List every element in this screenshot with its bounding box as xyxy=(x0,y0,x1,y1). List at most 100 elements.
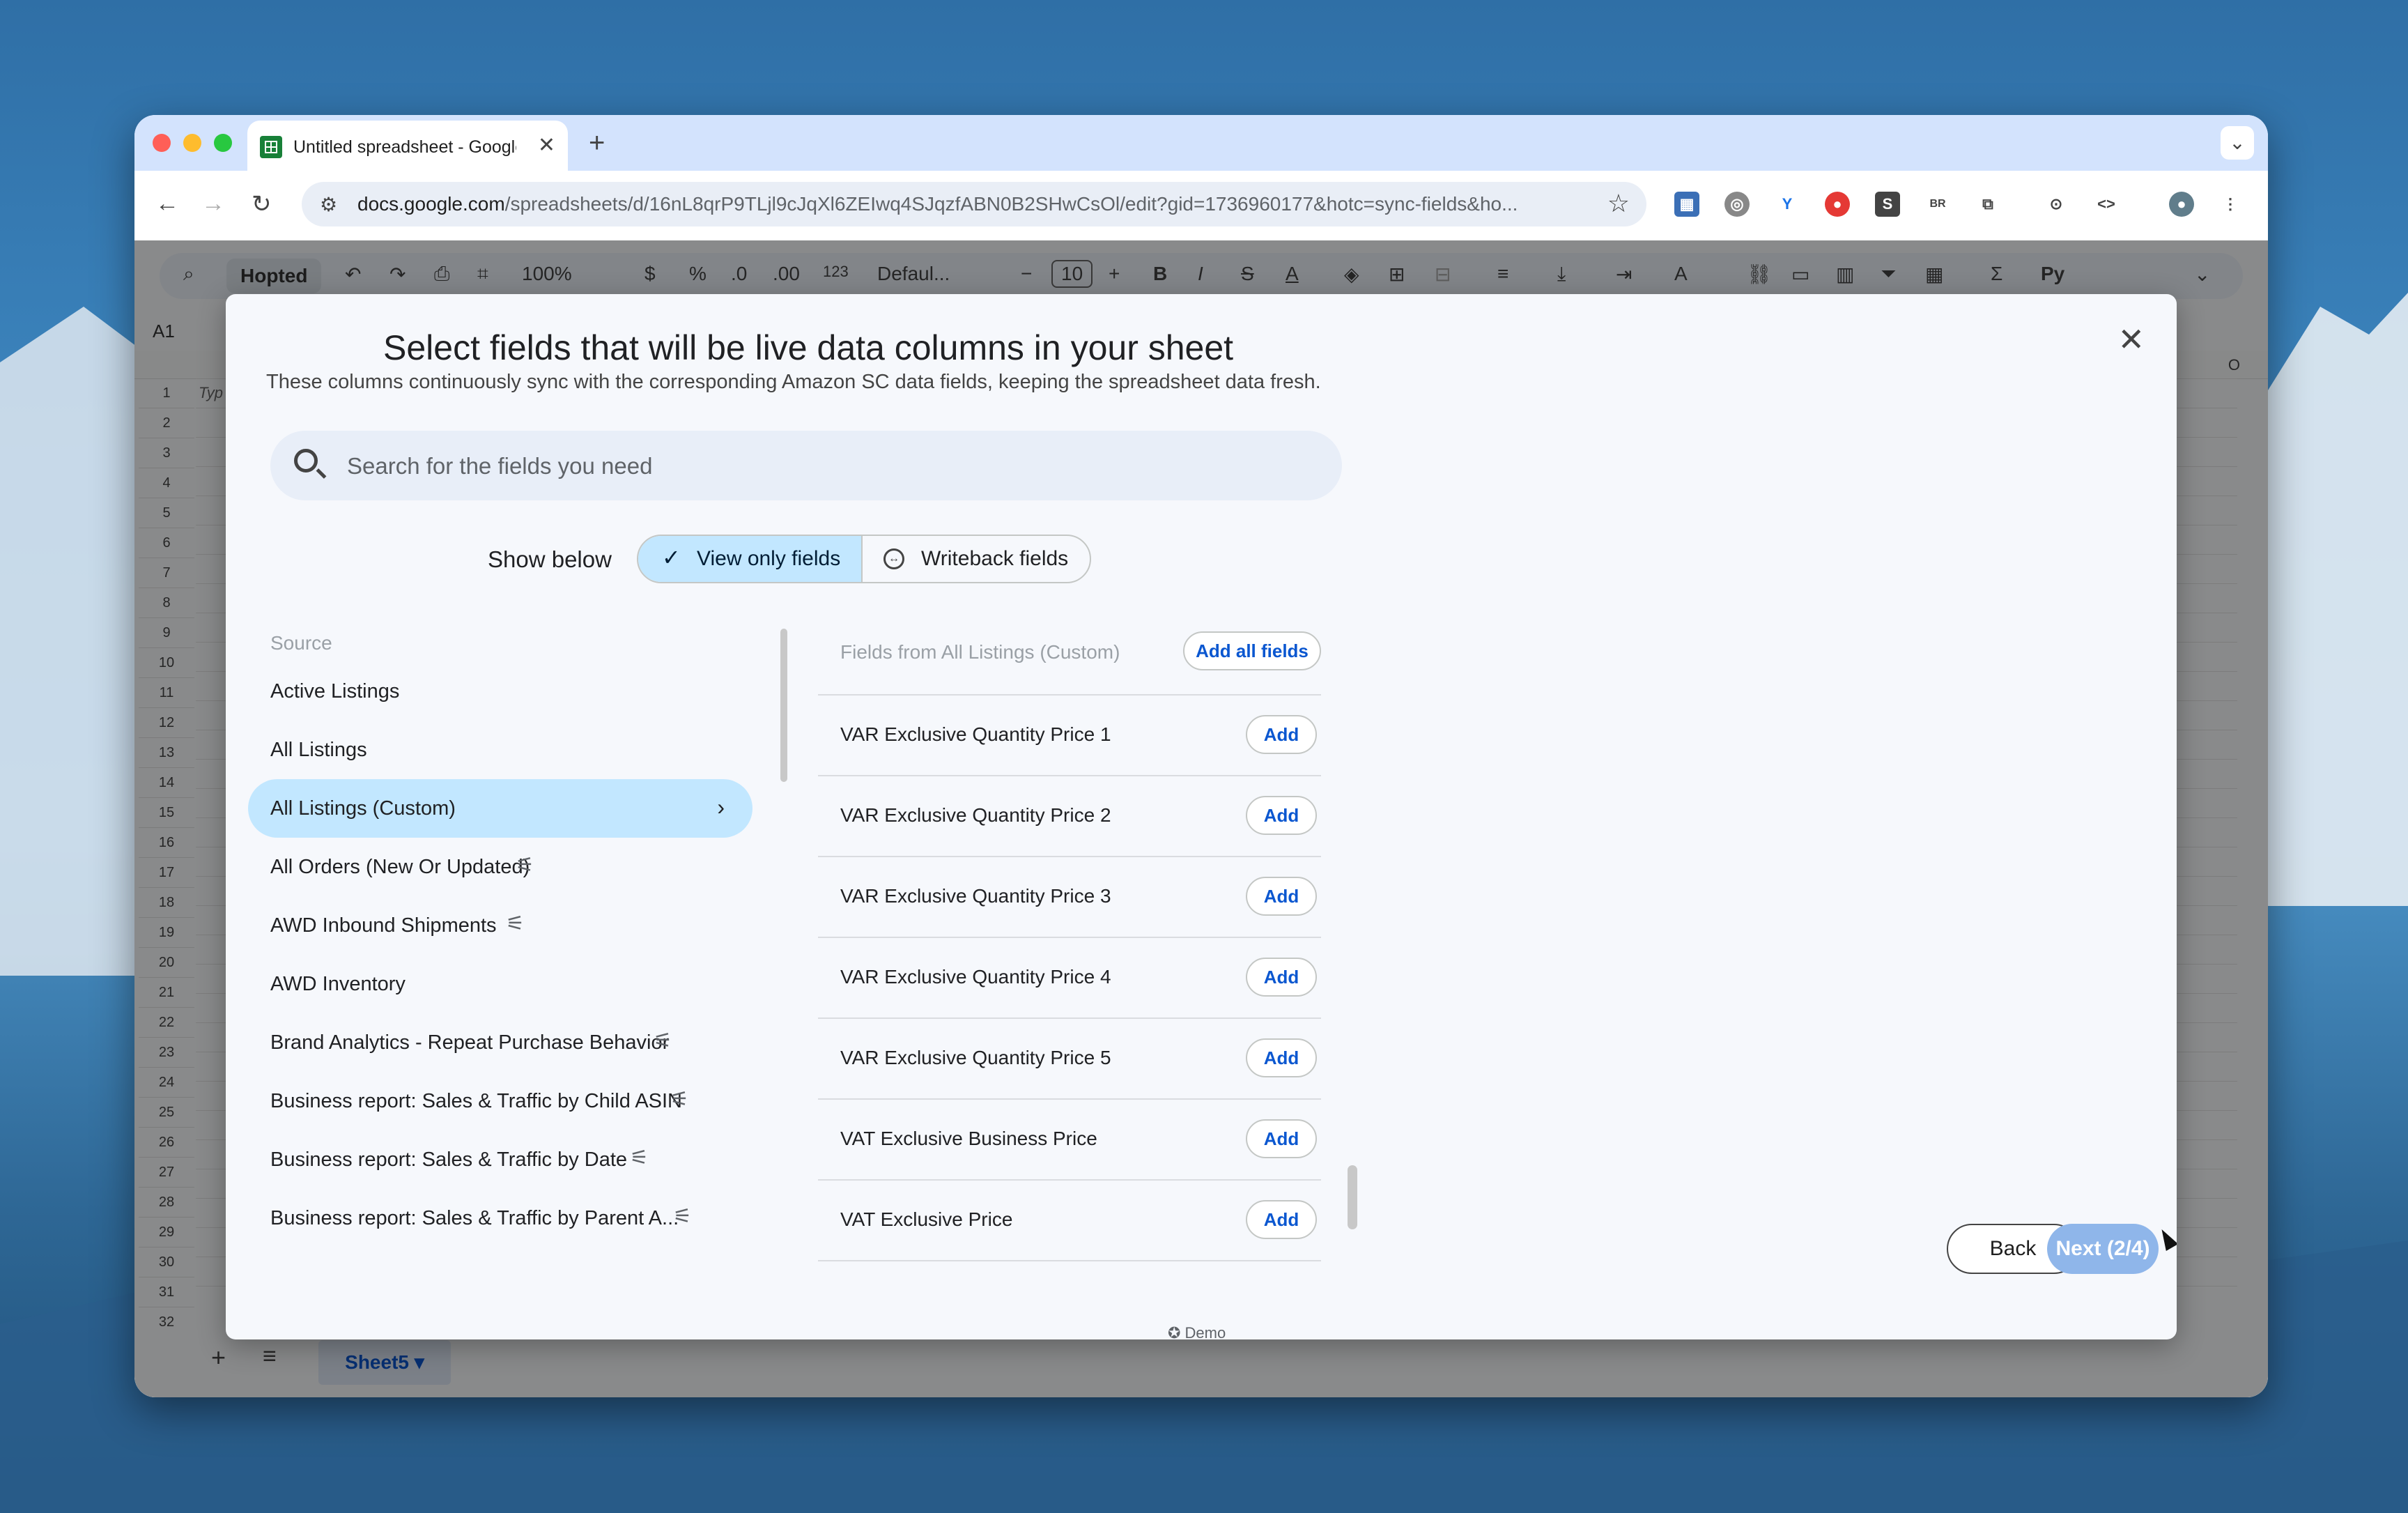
field-row: VAR Exclusive Quantity Price 4 Add xyxy=(818,938,1321,1019)
field-row: VAR Exclusive Quantity Price 5 Add xyxy=(818,1019,1321,1100)
field-row: VAT Exclusive Business Price Add xyxy=(818,1100,1321,1181)
filter-settings-icon[interactable]: ⚟ xyxy=(654,1029,672,1053)
source-item[interactable]: Business report: Sales & Traffic by Pare… xyxy=(248,1189,752,1247)
reload-icon[interactable]: ↻ xyxy=(252,190,272,218)
add-field-button[interactable]: Add xyxy=(1246,877,1317,916)
close-tab-icon[interactable]: ✕ xyxy=(538,133,555,158)
source-scrollbar[interactable] xyxy=(780,629,787,782)
next-button[interactable]: Next (2/4) xyxy=(2047,1224,2159,1274)
add-field-button[interactable]: Add xyxy=(1246,1038,1317,1077)
forward-arrow-icon[interactable]: → xyxy=(201,190,225,217)
field-type-toggle: ✓ View only fields ↔ Writeback fields xyxy=(637,535,1091,583)
add-field-button[interactable]: Add xyxy=(1246,958,1317,997)
tab-search-button[interactable]: ⌄ xyxy=(2221,126,2254,160)
add-field-button[interactable]: Add xyxy=(1246,715,1317,754)
field-label: VAR Exclusive Quantity Price 5 xyxy=(840,1047,1111,1068)
source-item[interactable]: AWD Inbound Shipments ⚟ xyxy=(248,896,752,955)
source-item-label: AWD Inventory xyxy=(270,973,406,995)
extension-icon-3[interactable]: Y xyxy=(1775,192,1800,217)
new-tab-button[interactable]: + xyxy=(589,128,605,159)
mouse-cursor xyxy=(2155,1226,2177,1251)
dialog-subtitle: These columns continuously sync with the… xyxy=(266,371,1321,393)
filter-settings-icon[interactable]: ⚟ xyxy=(670,1087,689,1112)
check-icon: ✓ xyxy=(662,545,681,570)
menu-kebab-icon[interactable]: ⋮ xyxy=(2218,192,2243,217)
fields-header-label: Fields from All Listings (Custom) xyxy=(840,641,1120,663)
filter-settings-icon[interactable]: ⚟ xyxy=(673,1204,692,1229)
code-icon[interactable]: <> xyxy=(2094,192,2119,217)
source-item-label: Brand Analytics - Repeat Purchase Behavi… xyxy=(270,1031,670,1054)
add-field-button[interactable]: Add xyxy=(1246,1119,1317,1158)
source-item-label: Business report: Sales & Traffic by Pare… xyxy=(270,1207,679,1229)
browser-tab[interactable]: Untitled spreadsheet - Google Sheets ✕ xyxy=(247,121,568,171)
close-window-button[interactable] xyxy=(153,134,171,152)
search-icon xyxy=(294,449,318,473)
source-header: Source xyxy=(270,632,332,654)
field-row: VAR Exclusive Quantity Price 1 Add xyxy=(818,696,1321,776)
filter-settings-icon[interactable]: ⚟ xyxy=(630,1146,649,1170)
source-item[interactable]: All Orders (New Or Updated) ⚟ xyxy=(248,838,752,896)
url-text: docs.google.com/spreadsheets/d/16nL8qrP9… xyxy=(357,193,1518,215)
fields-scrollbar[interactable] xyxy=(1348,1165,1357,1229)
extension-icon-4[interactable]: ● xyxy=(1825,192,1850,217)
tab-title: Untitled spreadsheet - Google Sheets xyxy=(293,137,516,157)
field-row: VAR Exclusive Quantity Price 2 Add xyxy=(818,776,1321,857)
site-info-icon[interactable]: ⚙ xyxy=(320,193,337,216)
source-item-label: All Orders (New Or Updated) xyxy=(270,856,530,878)
fields-panel: Fields from All Listings (Custom) Add al… xyxy=(818,620,1321,1261)
field-label: VAR Exclusive Quantity Price 4 xyxy=(840,966,1111,988)
writeback-fields-button[interactable]: ↔ Writeback fields xyxy=(863,536,1090,582)
extensions-puzzle-icon[interactable]: ⧉ xyxy=(1975,192,2000,217)
extension-icon-6[interactable]: BR xyxy=(1925,192,1950,217)
profile-avatar[interactable]: ● xyxy=(2169,192,2194,217)
field-label: VAR Exclusive Quantity Price 1 xyxy=(840,723,1111,745)
demo-label: ✪ Demo xyxy=(1168,1324,1226,1339)
source-item[interactable]: All Listings (Custom) › xyxy=(248,779,752,838)
source-item-label: All Listings xyxy=(270,739,367,761)
minimize-window-button[interactable] xyxy=(183,134,201,152)
tab-bar: Untitled spreadsheet - Google Sheets ✕ +… xyxy=(134,115,2268,171)
source-item-label: Business report: Sales & Traffic by Date xyxy=(270,1149,628,1171)
writeback-label: Writeback fields xyxy=(921,547,1069,570)
add-field-button[interactable]: Add xyxy=(1246,796,1317,835)
source-item[interactable]: Business report: Sales & Traffic by Date… xyxy=(248,1130,752,1189)
source-item[interactable]: Business report: Sales & Traffic by Chil… xyxy=(248,1072,752,1130)
bookmark-star-icon[interactable]: ☆ xyxy=(1607,189,1630,218)
field-search-input[interactable]: Search for the fields you need xyxy=(270,431,1342,500)
field-label: VAR Exclusive Quantity Price 2 xyxy=(840,804,1111,826)
field-row: VAT Exclusive Price Add xyxy=(818,1181,1321,1261)
add-field-button[interactable]: Add xyxy=(1246,1200,1317,1239)
search-placeholder: Search for the fields you need xyxy=(347,453,653,479)
extension-icon-2[interactable]: ◎ xyxy=(1724,192,1750,217)
source-item-label: Business report: Sales & Traffic by Chil… xyxy=(270,1090,683,1112)
close-dialog-icon[interactable]: ✕ xyxy=(2117,321,2145,358)
source-item[interactable]: Brand Analytics - Repeat Purchase Behavi… xyxy=(248,1013,752,1072)
field-label: VAT Exclusive Business Price xyxy=(840,1128,1097,1149)
nav-bar: ← → ↻ ⚙ docs.google.com/spreadsheets/d/1… xyxy=(134,171,2268,240)
back-arrow-icon[interactable]: ← xyxy=(155,190,179,217)
source-item[interactable]: Active Listings xyxy=(248,662,752,721)
filter-settings-icon[interactable]: ⚟ xyxy=(506,912,525,936)
source-list: Active Listings All Listings All Listings … xyxy=(248,662,752,1247)
filter-settings-icon[interactable]: ⚟ xyxy=(516,853,534,877)
view-only-fields-button[interactable]: ✓ View only fields xyxy=(638,536,863,582)
add-all-fields-button[interactable]: Add all fields xyxy=(1183,631,1321,670)
view-only-label: View only fields xyxy=(697,547,841,570)
source-item[interactable]: AWD Inventory xyxy=(248,955,752,1013)
maximize-window-button[interactable] xyxy=(214,134,232,152)
screenshot-icon[interactable]: ⊙ xyxy=(2044,192,2069,217)
show-below-label: Show below xyxy=(488,546,612,572)
extension-icon-5[interactable]: S xyxy=(1875,192,1900,217)
source-item-label: Active Listings xyxy=(270,680,400,702)
address-bar[interactable]: ⚙ docs.google.com/spreadsheets/d/16nL8qr… xyxy=(302,182,1646,226)
source-item-label: All Listings (Custom) xyxy=(270,797,456,820)
sync-fields-dialog: Select fields that will be live data col… xyxy=(226,294,2177,1339)
extension-icon-1[interactable]: ▦ xyxy=(1674,192,1699,217)
sync-arrows-icon: ↔ xyxy=(883,548,904,569)
field-list: VAR Exclusive Quantity Price 1 Add VAR Exc… xyxy=(818,696,1321,1261)
field-label: VAT Exclusive Price xyxy=(840,1208,1013,1230)
field-row: VAR Exclusive Quantity Price 3 Add xyxy=(818,857,1321,938)
fields-header: Fields from All Listings (Custom) Add al… xyxy=(818,620,1321,696)
source-item[interactable]: All Listings xyxy=(248,721,752,779)
field-label: VAR Exclusive Quantity Price 3 xyxy=(840,885,1111,907)
